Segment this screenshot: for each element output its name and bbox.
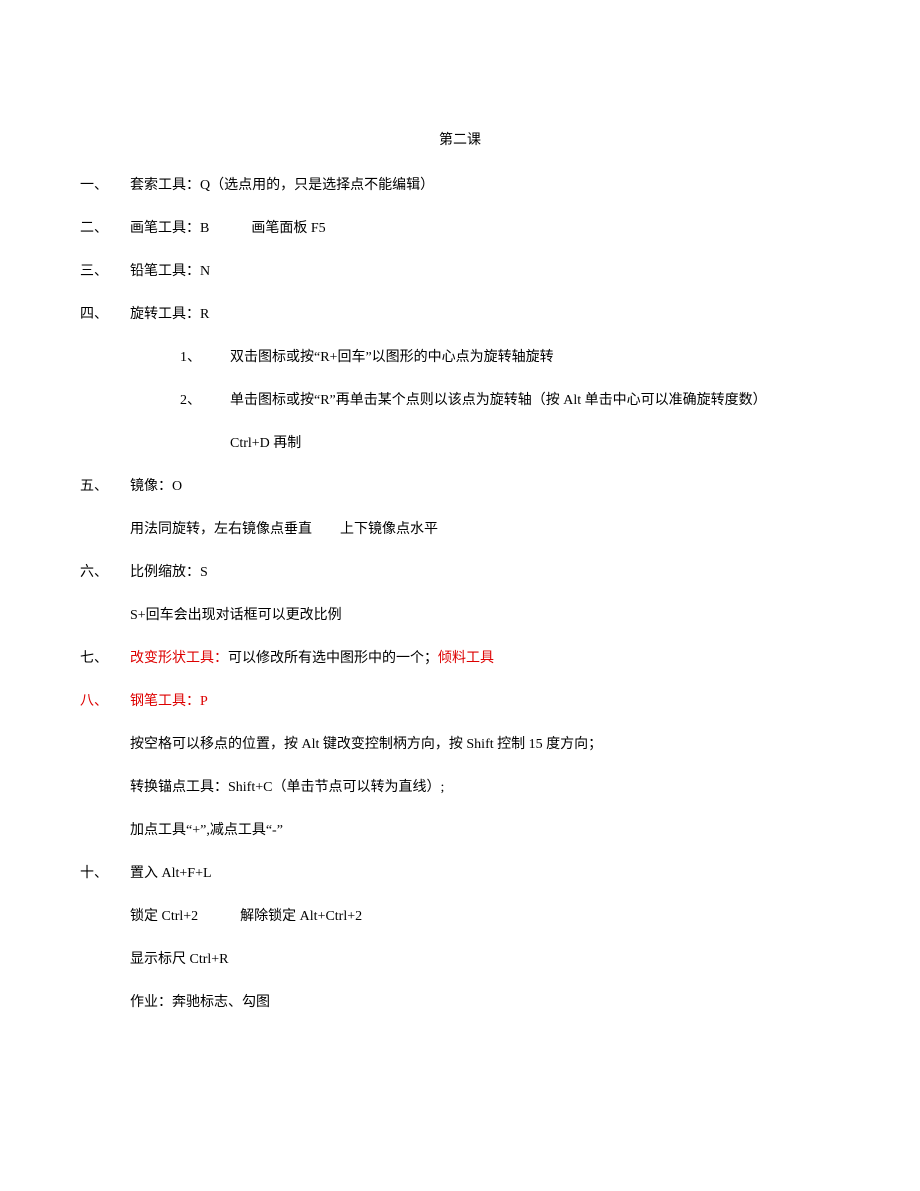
sub-list-item-number: 2、 — [180, 390, 230, 411]
list-item-number: 一、 — [80, 175, 130, 196]
body-line: S+回车会出现对话框可以更改比例 — [130, 605, 840, 626]
body-line: 显示标尺 Ctrl+R — [130, 949, 840, 970]
list-item-number: 五、 — [80, 476, 130, 540]
body-line: 转换锚点工具：Shift+C（单击节点可以转为直线）; — [130, 777, 840, 798]
sub-list-item: 1、双击图标或按“R+回车”以图形的中心点为旋转轴旋转 — [130, 347, 840, 368]
list-item-main: 旋转工具：R — [130, 304, 840, 325]
list-item: 四、旋转工具：R 1、双击图标或按“R+回车”以图形的中心点为旋转轴旋转 2、单击图… — [80, 304, 840, 454]
list-item: 七、改变形状工具：可以修改所有选中图形中的一个；倾料工具 — [80, 648, 840, 669]
list-item-main: 套索工具：Q（选点用的，只是选择点不能编辑） — [130, 175, 840, 196]
list-item-content: 镜像：O 用法同旋转，左右镜像点垂直 上下镜像点水平 — [130, 476, 840, 540]
list-item-main: 比例缩放：S — [130, 562, 840, 583]
list-item: 十、置入 Alt+F+L 锁定 Ctrl+2 解除锁定 Alt+Ctrl+2 显示标… — [80, 863, 840, 1013]
list-item-content: 旋转工具：R 1、双击图标或按“R+回车”以图形的中心点为旋转轴旋转 2、单击图标或… — [130, 304, 840, 454]
list-item-content: 钢笔工具：P 按空格可以移点的位置，按 Alt 键改变控制柄方向，按 Shift … — [130, 691, 840, 841]
list-item-number: 三、 — [80, 261, 130, 282]
list-item-main: 改变形状工具：可以修改所有选中图形中的一个；倾料工具 — [130, 648, 840, 669]
sub-extra-line: Ctrl+D 再制 — [130, 433, 840, 454]
list-item-main: 置入 Alt+F+L — [130, 863, 840, 884]
list-item-number: 七、 — [80, 648, 130, 669]
list-item-number: 六、 — [80, 562, 130, 626]
list-item-content: 比例缩放：S S+回车会出现对话框可以更改比例 — [130, 562, 840, 626]
body-line: 用法同旋转，左右镜像点垂直 上下镜像点水平 — [130, 519, 840, 540]
document-page: 第二课 一、套索工具：Q（选点用的，只是选择点不能编辑） 二、画笔工具：B 画笔面… — [0, 0, 920, 1135]
list-item-content: 改变形状工具：可以修改所有选中图形中的一个；倾料工具 — [130, 648, 840, 669]
list-item-content: 铅笔工具：N — [130, 261, 840, 282]
list-item: 六、比例缩放：S S+回车会出现对话框可以更改比例 — [80, 562, 840, 626]
list-item-number: 八、 — [80, 691, 130, 841]
sub-list-item-text: 双击图标或按“R+回车”以图形的中心点为旋转轴旋转 — [230, 347, 840, 368]
document-title: 第二课 — [80, 130, 840, 151]
list-item-number: 二、 — [80, 218, 130, 239]
list-item: 五、镜像：O 用法同旋转，左右镜像点垂直 上下镜像点水平 — [80, 476, 840, 540]
list-item-main: 钢笔工具：P — [130, 691, 840, 712]
body-line: 作业：奔驰标志、勾图 — [130, 992, 840, 1013]
list-item-number: 四、 — [80, 304, 130, 454]
body-line: 加点工具“+”,减点工具“-” — [130, 820, 840, 841]
sub-list-item: 2、单击图标或按“R”再单击某个点则以该点为旋转轴（按 Alt 单击中心可以准确… — [130, 390, 840, 411]
list-item-content: 套索工具：Q（选点用的，只是选择点不能编辑） — [130, 175, 840, 196]
list-item: 三、铅笔工具：N — [80, 261, 840, 282]
sub-list-item-text: 单击图标或按“R”再单击某个点则以该点为旋转轴（按 Alt 单击中心可以准确旋转… — [230, 390, 840, 411]
list-item: 一、套索工具：Q（选点用的，只是选择点不能编辑） — [80, 175, 840, 196]
list-item-main: 镜像：O — [130, 476, 840, 497]
list-item-content: 画笔工具：B 画笔面板 F5 — [130, 218, 840, 239]
sub-list-item-number: 1、 — [180, 347, 230, 368]
body-line: 锁定 Ctrl+2 解除锁定 Alt+Ctrl+2 — [130, 906, 840, 927]
list-item-main: 画笔工具：B 画笔面板 F5 — [130, 218, 840, 239]
list-item-main: 铅笔工具：N — [130, 261, 840, 282]
body-line: 按空格可以移点的位置，按 Alt 键改变控制柄方向，按 Shift 控制 15 … — [130, 734, 840, 755]
list-item-content: 置入 Alt+F+L 锁定 Ctrl+2 解除锁定 Alt+Ctrl+2 显示标尺 … — [130, 863, 840, 1013]
list-item: 二、画笔工具：B 画笔面板 F5 — [80, 218, 840, 239]
document-body: 一、套索工具：Q（选点用的，只是选择点不能编辑） 二、画笔工具：B 画笔面板 F5… — [80, 175, 840, 1013]
list-item: 八、钢笔工具：P 按空格可以移点的位置，按 Alt 键改变控制柄方向，按 Shif… — [80, 691, 840, 841]
list-item-number: 十、 — [80, 863, 130, 1013]
